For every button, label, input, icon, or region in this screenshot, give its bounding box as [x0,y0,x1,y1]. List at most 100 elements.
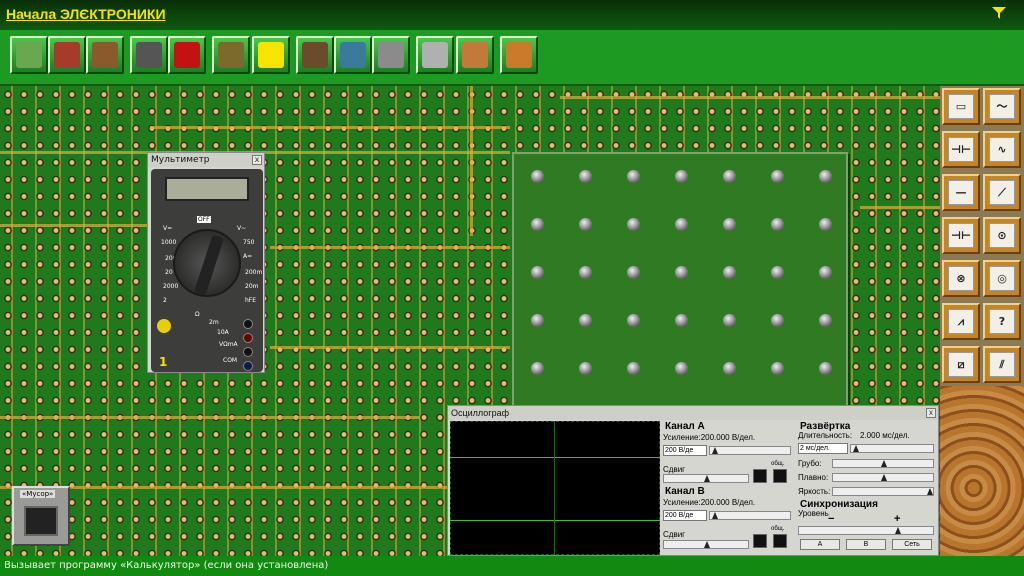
transistor-socket[interactable] [157,319,171,333]
breadboard-socket[interactable] [531,266,544,279]
channel-b-offset-slider[interactable] [663,540,749,549]
capacitor-button[interactable]: ⊣⊢ [942,131,980,168]
battery-button[interactable]: ⊣⊢ [942,217,980,254]
breadboard-socket[interactable] [771,314,784,327]
breadboard-socket[interactable] [531,362,544,375]
sync-net-button[interactable]: Сеть [892,539,932,550]
lab-button[interactable] [334,36,372,74]
breadboard-socket[interactable] [675,314,688,327]
channel-a-offset-slider[interactable] [663,474,749,483]
sweep-slider[interactable] [850,444,934,453]
close-icon[interactable]: x [252,155,262,165]
channel-b-knob[interactable] [753,534,767,548]
breadboard-socket[interactable] [723,266,736,279]
switch-icon: ⟋ [989,180,1015,205]
bulb-button[interactable]: ⊗ [942,260,980,297]
calculator-button[interactable] [416,36,454,74]
jack-10a[interactable] [243,319,253,329]
channel-a-common-knob[interactable] [773,469,787,483]
tools-button[interactable] [86,36,124,74]
books-button[interactable] [296,36,334,74]
breadboard-socket[interactable] [627,170,640,183]
breadboard-socket[interactable] [819,266,832,279]
lamp-button[interactable]: 〜 [983,88,1021,125]
save-button[interactable] [48,36,86,74]
toolbar [0,30,1024,86]
channel-b-common-knob[interactable] [773,534,787,548]
multimeter-window[interactable]: Мультиметр x OFF V= V~ 1000 750 200 A= 2… [147,152,265,373]
breadboard-socket[interactable] [627,266,640,279]
breadboard-socket[interactable] [723,314,736,327]
unknown-component-button[interactable]: ? [983,303,1021,340]
close-icon[interactable]: x [926,408,936,418]
resistor-button[interactable]: ▭ [942,88,980,125]
brightness-slider[interactable] [832,487,934,496]
breadboard-socket[interactable] [771,266,784,279]
jack-vohm[interactable] [243,333,253,343]
breadboard-socket[interactable] [675,170,688,183]
trash-bin[interactable]: «Мусор» [12,486,70,546]
ac-source-button[interactable]: ⊙ [983,217,1021,254]
notes-button[interactable] [252,36,290,74]
breadboard[interactable] [512,152,848,408]
instruments-button[interactable] [130,36,168,74]
breadboard-socket[interactable] [579,362,592,375]
filter-icon[interactable] [992,6,1006,20]
multimeter-dial[interactable] [173,229,241,297]
sync-b-button[interactable]: B [846,539,886,550]
channel-a-gain-slider[interactable] [709,446,791,455]
inductor-button[interactable]: ∿ [983,131,1021,168]
switch-button[interactable]: ⟋ [983,174,1021,211]
channel-a-knob[interactable] [753,469,767,483]
app-title[interactable]: Начала ЭЛЄКТРОНИКИ [6,6,166,22]
rheostat-button[interactable]: ⩘ [942,303,980,340]
coarse-slider[interactable] [832,459,934,468]
channel-b-gain-slider[interactable] [709,511,791,520]
jack-com[interactable] [243,347,253,357]
breadboard-socket[interactable] [627,362,640,375]
breadboard-socket[interactable] [579,266,592,279]
breadboard-socket[interactable] [579,314,592,327]
wood-panel [940,386,1024,556]
breadboard-socket[interactable] [579,170,592,183]
sweep-select[interactable]: 2 мс/дел. [798,443,848,454]
open-button[interactable] [10,36,48,74]
breadboard-socket[interactable] [819,218,832,231]
channel-a-select[interactable]: 200 В/де [663,445,707,456]
sync-level-slider[interactable] [798,526,934,535]
breadboard-socket[interactable] [819,362,832,375]
breadboard-socket[interactable] [675,266,688,279]
breadboard-socket[interactable] [819,170,832,183]
breadboard-socket[interactable] [579,218,592,231]
breadboard-socket[interactable] [627,218,640,231]
breadboard-socket[interactable] [723,170,736,183]
printer-button[interactable] [372,36,410,74]
wire-button[interactable]: — [942,174,980,211]
variable-capacitor-button[interactable]: ⫽ [983,346,1021,383]
dial-knob[interactable] [194,234,224,296]
sync-a-button[interactable]: A [800,539,840,550]
breadboard-socket[interactable] [531,170,544,183]
delete-button[interactable] [168,36,206,74]
channel-b-select[interactable]: 200 В/де [663,510,707,521]
pcb-trace [560,96,940,99]
variable-resistor-button[interactable]: ⧄ [942,346,980,383]
breadboard-socket[interactable] [627,314,640,327]
breadboard-socket[interactable] [771,218,784,231]
search-button[interactable] [212,36,250,74]
coil-button[interactable]: ◎ [983,260,1021,297]
breadboard-socket[interactable] [771,362,784,375]
breadboard-socket[interactable] [675,218,688,231]
jack-com2[interactable] [243,361,253,371]
fine-slider[interactable] [832,473,934,482]
breadboard-socket[interactable] [531,218,544,231]
breadboard-socket[interactable] [771,170,784,183]
breadboard-socket[interactable] [723,218,736,231]
help-button[interactable] [456,36,494,74]
breadboard-socket[interactable] [723,362,736,375]
breadboard-socket[interactable] [819,314,832,327]
exit-button[interactable] [500,36,538,74]
breadboard-socket[interactable] [675,362,688,375]
breadboard-socket[interactable] [531,314,544,327]
oscilloscope-window[interactable]: Осциллограф x Канал A Усиление:200.000 В… [447,405,939,556]
